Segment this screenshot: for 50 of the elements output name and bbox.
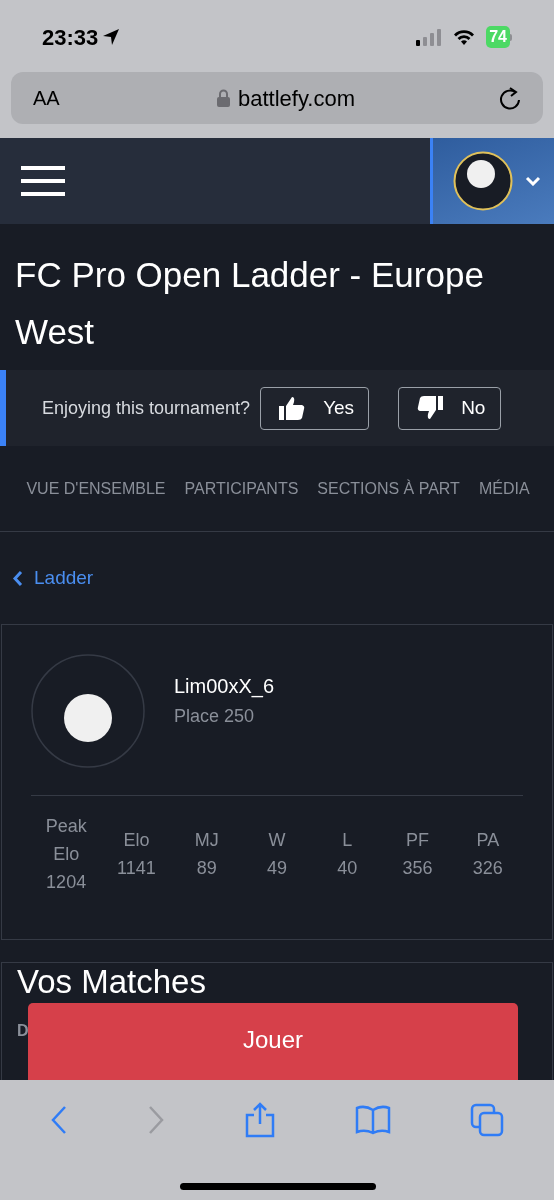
stat-label: Peak Elo — [44, 815, 88, 866]
tab[interactable]: PARTICIPANTS — [184, 476, 299, 501]
tab[interactable]: MÉDIA — [478, 476, 530, 501]
battery-level: 74 — [486, 26, 510, 48]
stat-value: 40 — [337, 857, 358, 880]
column-header: D — [17, 1021, 29, 1041]
tab[interactable]: VUE D'ENSEMBLE — [26, 476, 166, 501]
tab[interactable]: SECTIONS À PART — [317, 476, 460, 501]
player-name: Lim00xX_6 — [174, 673, 275, 700]
stat-value: 326 — [472, 857, 503, 880]
lock-icon — [217, 89, 230, 107]
chevron-down-icon — [525, 176, 541, 186]
stat-label: L — [341, 829, 354, 852]
stat-label: W — [267, 829, 287, 852]
no-button[interactable]: No — [398, 386, 502, 430]
location-arrow-icon — [102, 28, 121, 46]
stat-value: 1141 — [117, 857, 156, 880]
signal-icon — [416, 28, 443, 46]
play-button[interactable]: Jouer — [28, 1003, 518, 1081]
thumbs-down-icon — [417, 396, 444, 420]
bookmarks-icon[interactable] — [354, 1105, 391, 1135]
yes-button[interactable]: Yes — [260, 386, 370, 430]
stat-label: PF — [405, 829, 431, 852]
stat-label: Elo — [122, 829, 151, 852]
matches-heading: Vos Matches — [17, 967, 206, 997]
back-icon[interactable] — [49, 1105, 68, 1135]
back-link[interactable]: Ladder — [12, 563, 94, 593]
player-place: Place 250 — [174, 704, 256, 728]
stat-value: 49 — [266, 857, 287, 880]
stat-label: PA — [475, 829, 501, 852]
forward-icon[interactable] — [147, 1105, 166, 1135]
reload-icon[interactable] — [499, 86, 521, 110]
menu-icon[interactable] — [21, 166, 65, 196]
url-text: battlefy.com — [238, 84, 355, 113]
tabs-icon[interactable] — [470, 1103, 505, 1137]
wifi-icon — [452, 28, 477, 46]
thumbs-up-icon — [279, 396, 306, 420]
text-size-button[interactable]: AA — [33, 83, 73, 113]
chevron-left-icon — [12, 569, 23, 587]
stat-value: 1204 — [46, 871, 87, 894]
account-menu-button[interactable] — [430, 138, 554, 224]
stat-value: 89 — [196, 857, 217, 880]
stat-value: 356 — [402, 857, 433, 880]
page-title: FC Pro Open Ladder - Europe West — [14, 254, 485, 353]
avatar — [453, 151, 513, 211]
stat-label: MJ — [193, 829, 220, 852]
share-icon[interactable] — [245, 1102, 275, 1138]
clock-time: 23:33 — [42, 23, 99, 52]
address-bar[interactable]: AA battlefy.com — [11, 72, 543, 124]
feedback-question: Enjoying this tournament? — [42, 396, 251, 420]
